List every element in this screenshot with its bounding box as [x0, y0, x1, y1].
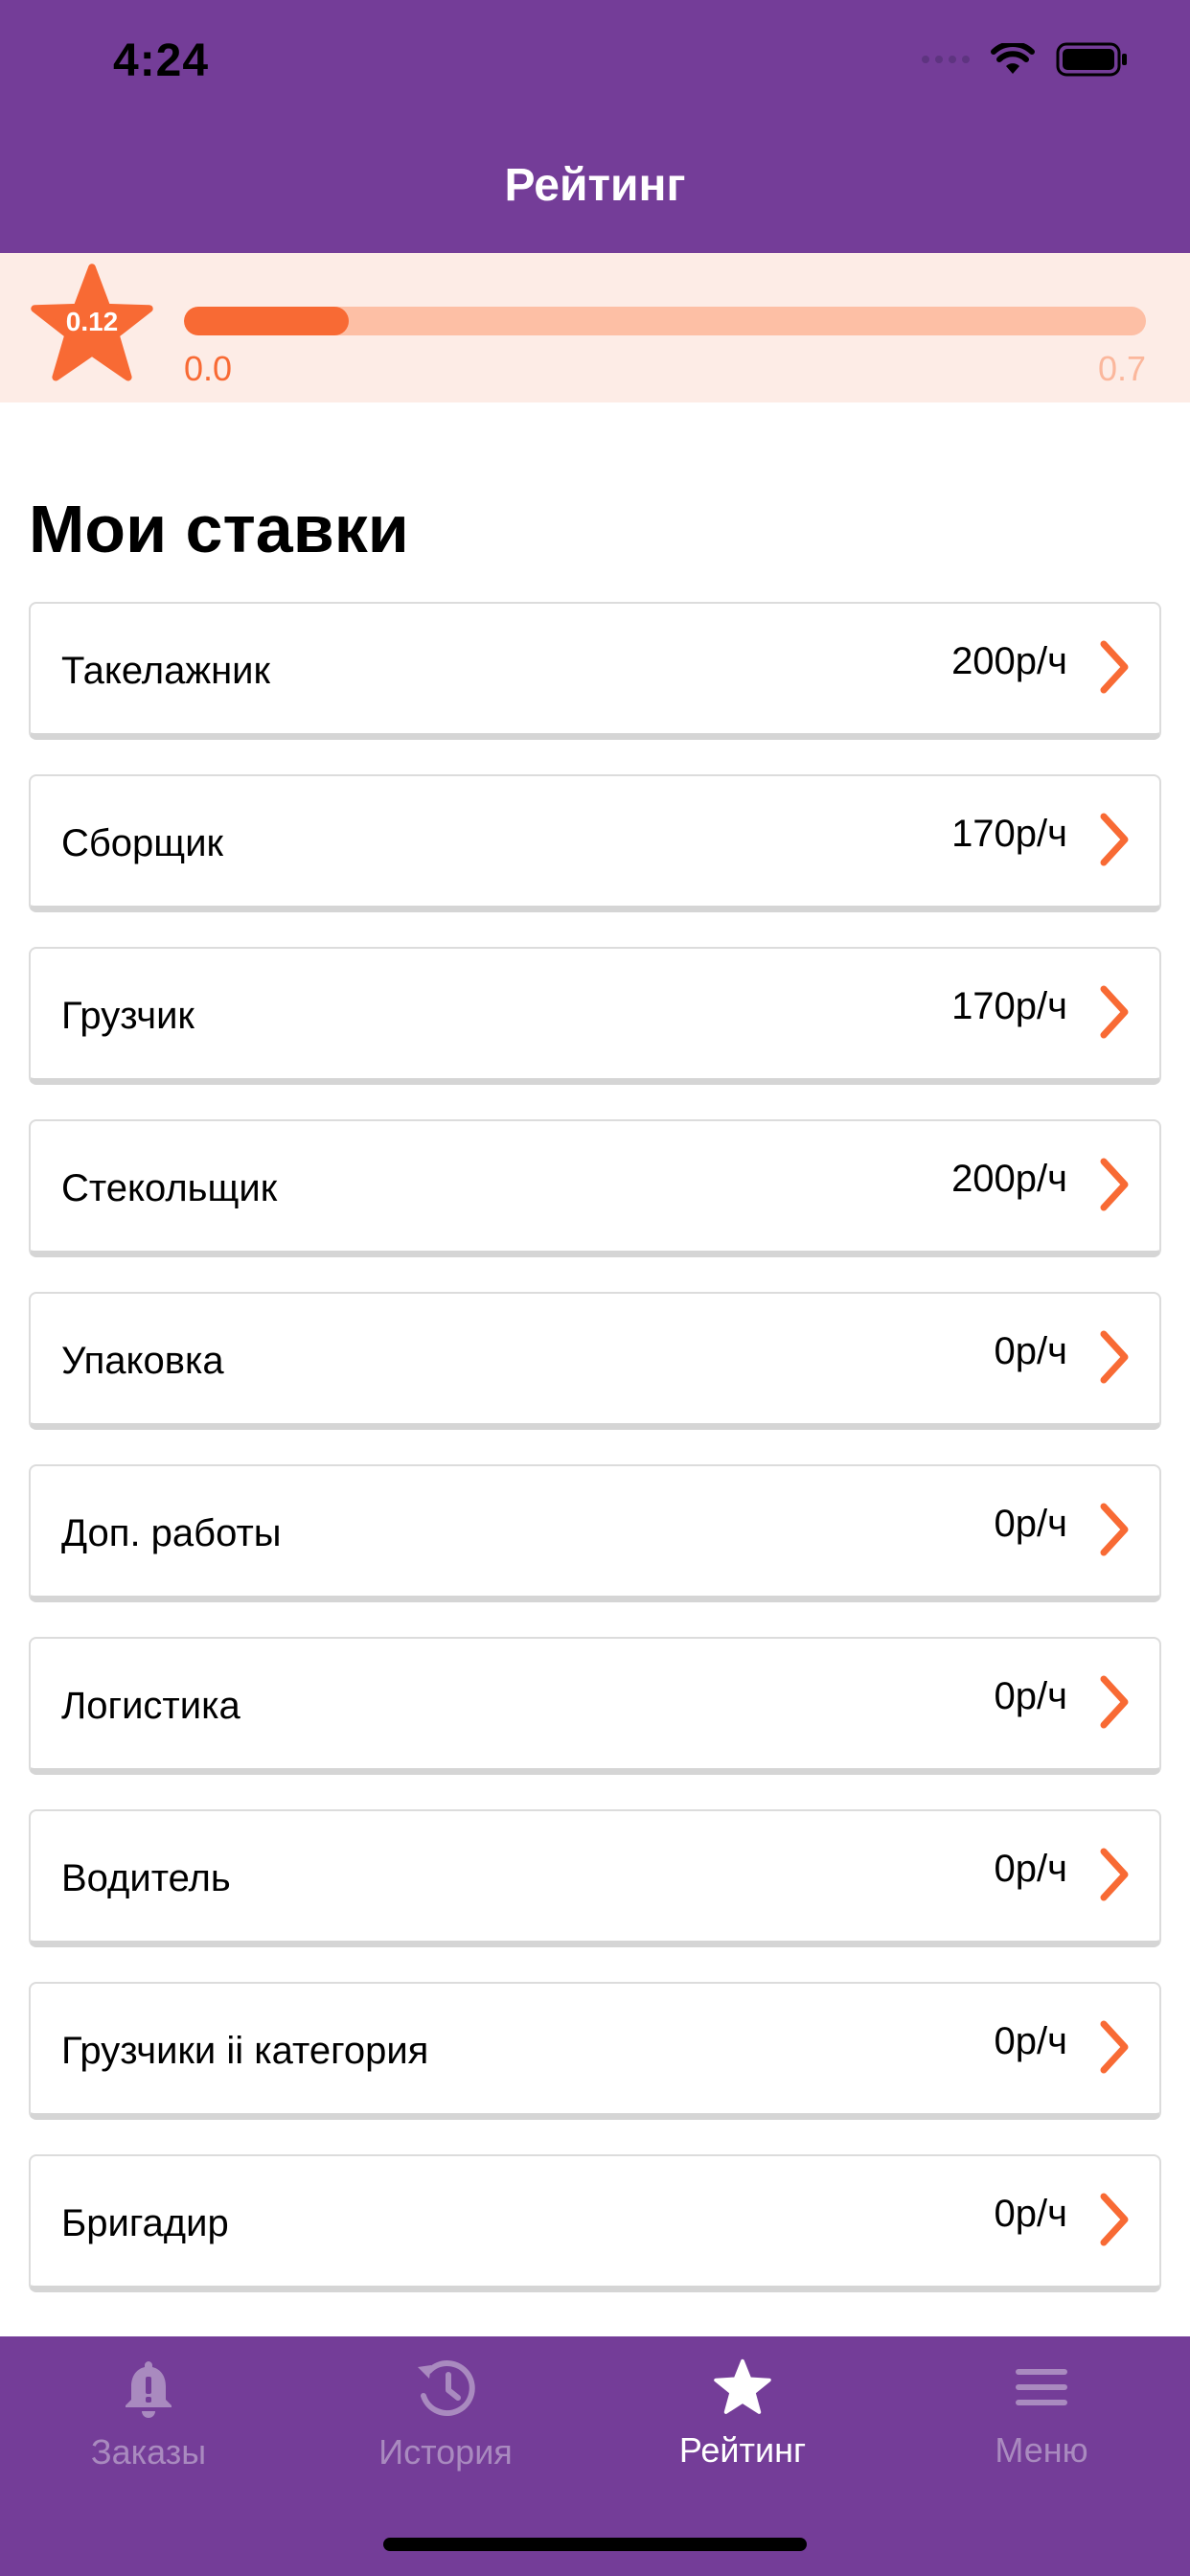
- rate-name: Водитель: [61, 1857, 231, 1899]
- status-time: 4:24: [113, 35, 210, 86]
- header: 4:24 Рейтинг: [0, 0, 1190, 253]
- chevron-right-icon: [1100, 1675, 1129, 1729]
- rate-card[interactable]: Доп. работы 0р/ч: [29, 1464, 1161, 1602]
- rate-value: 0р/ч: [994, 2193, 1067, 2235]
- rate-name: Грузчики ii категория: [61, 2030, 429, 2072]
- rate-value: 170р/ч: [951, 985, 1067, 1027]
- battery-icon: [1056, 42, 1127, 77]
- home-indicator: [383, 2538, 807, 2551]
- rating-min-label: 0.0: [184, 349, 233, 388]
- rate-value: 200р/ч: [951, 640, 1067, 682]
- rate-name: Упаковка: [61, 1340, 224, 1382]
- tab-label: История: [378, 2432, 513, 2472]
- rate-name: Такелажник: [61, 650, 271, 692]
- chevron-right-icon: [1100, 640, 1129, 694]
- rate-card[interactable]: Грузчик 170р/ч: [29, 947, 1161, 1085]
- section-title-my-rates: Мои ставки: [29, 492, 409, 566]
- rate-card[interactable]: Стекольщик 200р/ч: [29, 1119, 1161, 1257]
- star-icon: [714, 2358, 771, 2414]
- rate-value: 0р/ч: [994, 1848, 1067, 1890]
- status-icons: [922, 42, 1129, 77]
- rate-value: 0р/ч: [994, 1503, 1067, 1545]
- rating-progress-fill: [184, 307, 349, 335]
- rate-value: 0р/ч: [994, 1330, 1067, 1372]
- rate-name: Логистика: [61, 1685, 240, 1727]
- wifi-icon: [991, 43, 1035, 74]
- rates-list: Такелажник 200р/ч Сборщик 170р/ч Грузчик…: [29, 602, 1161, 2327]
- rating-summary: 0.12 0.0 0.7: [0, 253, 1190, 402]
- rate-name: Доп. работы: [61, 1512, 282, 1554]
- tab-label: Меню: [995, 2430, 1088, 2470]
- rating-max-label: 0.7: [1097, 349, 1146, 388]
- chevron-right-icon: [1100, 2193, 1129, 2246]
- rate-value: 170р/ч: [951, 813, 1067, 855]
- rate-name: Грузчик: [61, 995, 195, 1037]
- rate-card[interactable]: Бригадир 0р/ч: [29, 2154, 1161, 2292]
- rating-progress-bar: [184, 307, 1146, 335]
- tab-orders[interactable]: Заказы: [0, 2358, 297, 2501]
- chevron-right-icon: [1100, 1503, 1129, 1556]
- bell-icon: [126, 2361, 172, 2418]
- chevron-right-icon: [1100, 1848, 1129, 1901]
- chevron-right-icon: [1100, 2020, 1129, 2074]
- rate-name: Бригадир: [61, 2202, 229, 2244]
- rate-value: 0р/ч: [994, 1675, 1067, 1717]
- tab-history[interactable]: История: [297, 2358, 594, 2501]
- rate-card[interactable]: Логистика 0р/ч: [29, 1637, 1161, 1775]
- chevron-right-icon: [1100, 1330, 1129, 1384]
- rate-card[interactable]: Водитель 0р/ч: [29, 1809, 1161, 1947]
- rate-card[interactable]: Сборщик 170р/ч: [29, 774, 1161, 912]
- rate-card[interactable]: Упаковка 0р/ч: [29, 1292, 1161, 1430]
- rate-value: 0р/ч: [994, 2020, 1067, 2062]
- rate-card[interactable]: Грузчики ii категория 0р/ч: [29, 1982, 1161, 2120]
- signal-dots-icon: [922, 56, 970, 63]
- history-icon: [418, 2360, 475, 2416]
- chevron-right-icon: [1100, 1158, 1129, 1211]
- tab-label: Рейтинг: [678, 2430, 807, 2470]
- tab-label: Заказы: [90, 2432, 207, 2472]
- chevron-right-icon: [1100, 985, 1129, 1039]
- tab-rating[interactable]: Рейтинг: [594, 2358, 891, 2501]
- rating-value: 0.12: [65, 307, 119, 336]
- rate-name: Стекольщик: [61, 1167, 278, 1209]
- menu-icon: [1016, 2369, 1067, 2405]
- page-title: Рейтинг: [504, 160, 686, 211]
- rate-card[interactable]: Такелажник 200р/ч: [29, 602, 1161, 740]
- chevron-right-icon: [1100, 813, 1129, 866]
- rate-name: Сборщик: [61, 822, 224, 864]
- rate-value: 200р/ч: [951, 1158, 1067, 1200]
- tab-menu[interactable]: Меню: [893, 2358, 1190, 2501]
